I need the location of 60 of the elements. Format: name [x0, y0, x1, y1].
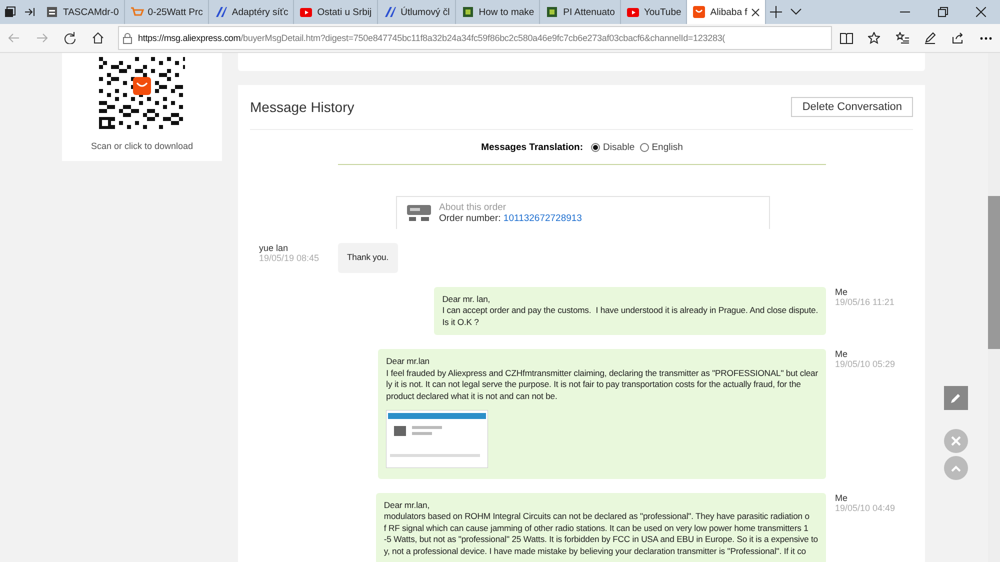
tab-favicon-icon	[299, 5, 314, 19]
minimize-icon[interactable]	[900, 11, 910, 13]
device-icon	[405, 203, 433, 223]
sender-name: Me	[835, 492, 849, 502]
tab-favicon-icon	[45, 5, 59, 19]
address-field[interactable]: https://msg.aliexpress.com/buyerMsgDetail.htm?digest=750e847745bc11f8a32b24a34fc59f86bc2c580a46e9fc7cb6e273af03cbacf6&channelId=123283(	[118, 26, 832, 50]
pencil-icon	[950, 392, 962, 404]
translation-radio[interactable]: Disable	[591, 142, 635, 152]
tab-favicon-icon	[382, 5, 397, 19]
translation-radio[interactable]: English	[640, 142, 683, 152]
chevron-down-icon[interactable]	[790, 8, 802, 16]
share-icon[interactable]	[952, 32, 964, 44]
more-icon[interactable]	[980, 36, 992, 40]
sender-name: yue lan	[259, 243, 290, 253]
reading-view-icon[interactable]	[840, 32, 852, 44]
browser-tab[interactable]: Alibaba f	[687, 0, 766, 24]
set-aside-icon[interactable]	[24, 6, 36, 18]
message-bubble: Thank you.	[338, 243, 398, 272]
close-icon[interactable]	[751, 8, 760, 16]
message-time: 19/05/10 05:29	[835, 359, 896, 369]
screenshot-thumbnail[interactable]	[386, 410, 488, 468]
app-download-card[interactable]: Scan or click to download	[62, 53, 222, 161]
tab-favicon-icon	[214, 5, 228, 19]
refresh-icon[interactable]	[64, 32, 76, 44]
tab-favicon-icon	[626, 5, 640, 19]
delete-conversation-button[interactable]: Delete Conversation	[791, 97, 913, 117]
panel-title: Message History	[250, 99, 354, 115]
close-icon	[951, 436, 961, 446]
sender-name: Me	[835, 286, 849, 296]
edit-button[interactable]	[944, 386, 968, 410]
tab-favicon-icon	[460, 5, 475, 19]
message-bubble: Dear mr.lan, modulators based on ROHM Integral Circuits can not be declared as "professional". They have parasitic radiation o f RF signal which can cause jamming of other radio stations. It can be used on very low power home transmitters 1 -5 Watts, but not as "professional" 25 Watts. It is forbidden by FCC in USA and EBU in Europe. So it is a expensive to y, not a professional device. I have made mistake by believing your declaration transmitter is "Professional". If it co	[376, 492, 826, 562]
message-time: 19/05/10 04:49	[835, 502, 896, 512]
restore-icon[interactable]	[938, 7, 948, 17]
message-time: 19/05/16 11:21	[835, 296, 896, 306]
tab-favicon-icon	[692, 5, 706, 19]
star-icon[interactable]	[868, 32, 880, 44]
tab-favicon-icon	[545, 5, 560, 19]
close-icon[interactable]	[976, 7, 986, 17]
scrollbar-thumb[interactable]	[988, 196, 1000, 349]
pen-icon[interactable]	[924, 32, 936, 44]
favorites-icon[interactable]	[896, 32, 908, 44]
sender-name: Me	[835, 349, 849, 359]
tabs-icon[interactable]	[4, 6, 16, 18]
order-heading: About this order	[439, 202, 508, 213]
download-caption[interactable]: Scan or click to download	[90, 141, 194, 151]
home-icon[interactable]	[92, 32, 104, 44]
qr-code-drawing[interactable]	[99, 57, 185, 129]
lock-icon	[123, 32, 132, 44]
tab-favicon-icon	[130, 5, 144, 19]
radio-icon[interactable]	[591, 142, 600, 152]
order-number-link[interactable]: 101132672728913	[503, 213, 582, 224]
message-bubble: Dear mr. lan, I can accept order and pay the customs. I have understood it is already in Prague. And close dispute. Is it O.K ?	[434, 286, 826, 335]
chevron-up-icon	[951, 464, 961, 472]
message-bubble: Dear mr.lan I feel frauded by Aliexpress and CZHfmtransmitter claiming, declaring the transmitter as "PROFESSIONAL" but clear ly it is not. It can not legal serve the purpose. It is not fair to pay transportation costs for the actually fraud, for the product declared what it is not and can not be.	[378, 349, 826, 478]
order-number-label: Order number:	[439, 213, 501, 224]
translation-label: Messages Translation:	[481, 142, 584, 152]
message-time: 19/05/19 08:45	[259, 253, 320, 263]
radio-icon[interactable]	[640, 142, 649, 152]
new-tab-icon[interactable]	[770, 6, 782, 18]
